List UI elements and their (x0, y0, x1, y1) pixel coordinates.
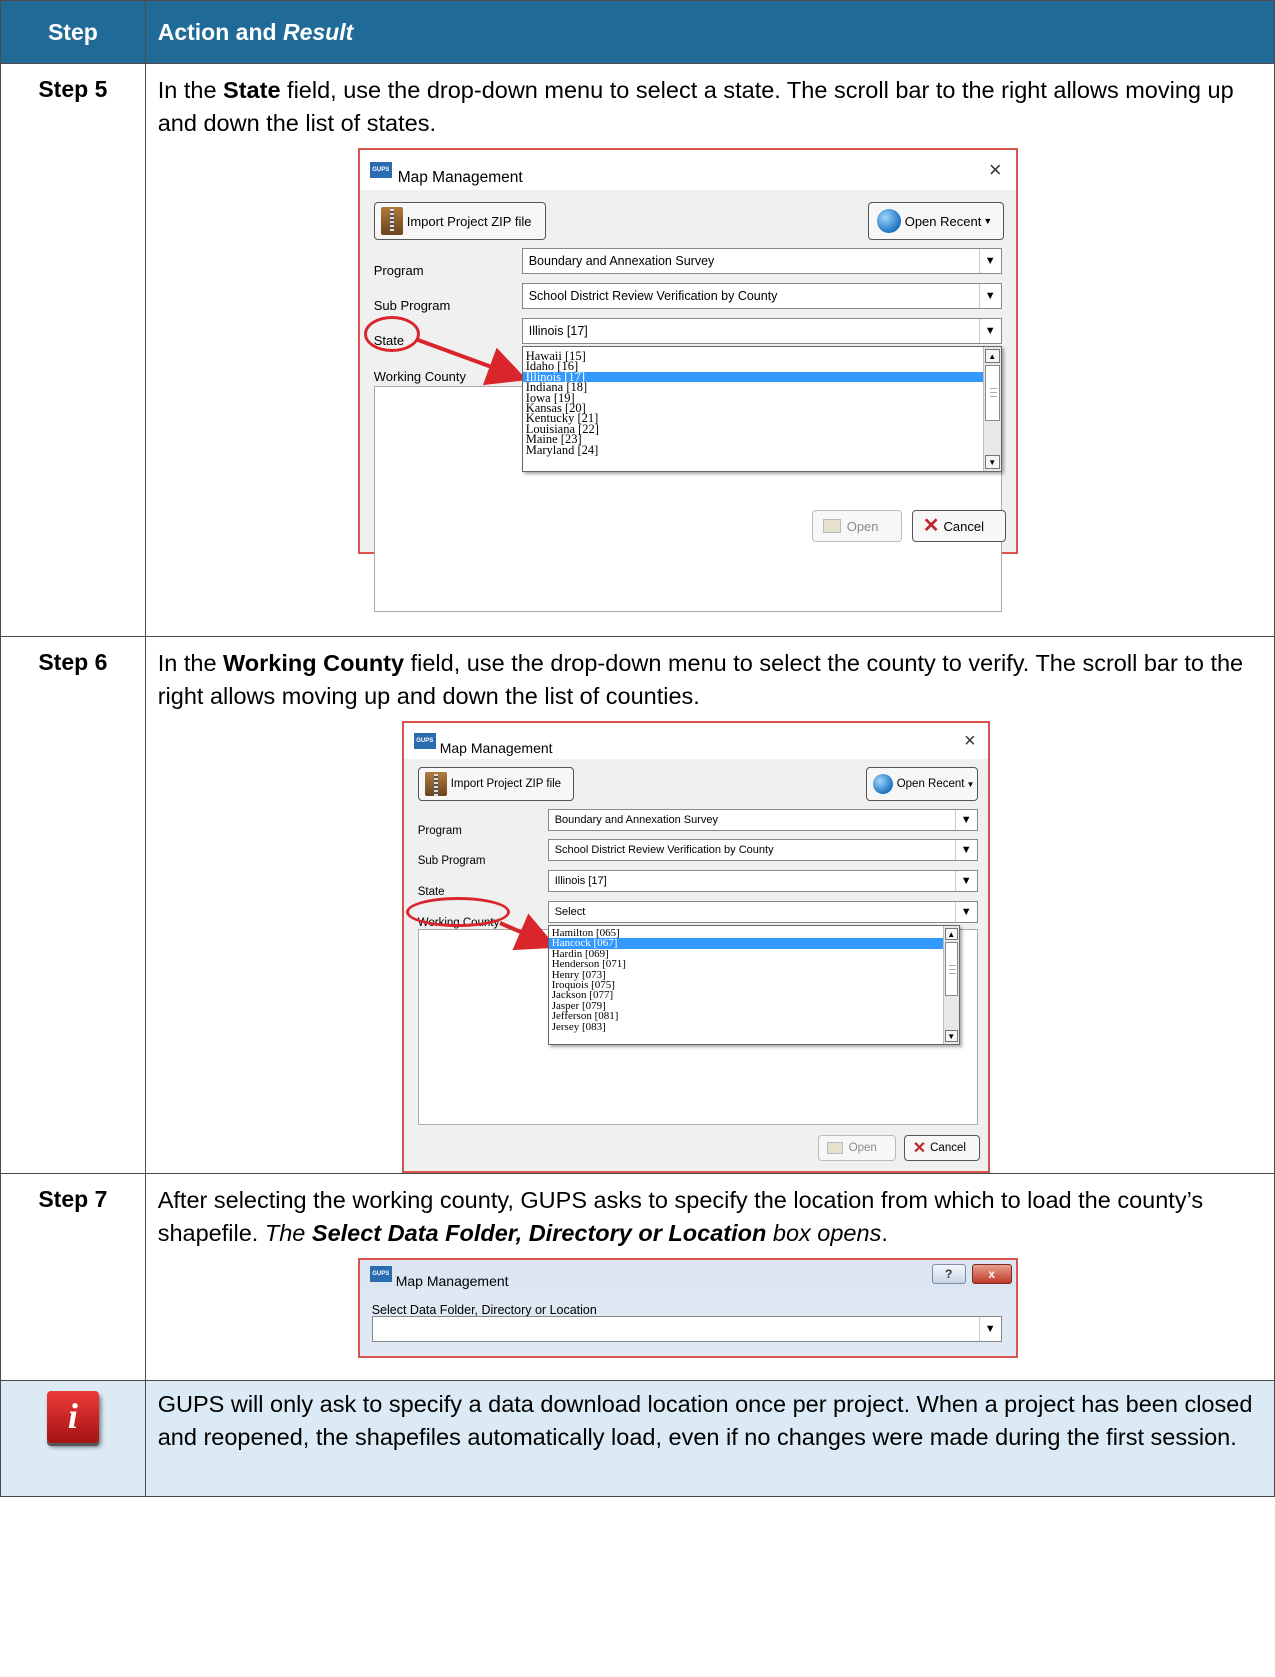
header-step: Step (0, 0, 146, 64)
step-instruction: In the State field, use the drop-down me… (157, 77, 1234, 136)
cancel-button[interactable]: ✕ Cancel (903, 1135, 980, 1161)
step-action: In the State field, use the drop-down me… (144, 63, 1275, 637)
county-dropdown-list[interactable]: Hamilton [065] Hancock [067] Hardin [069… (547, 925, 960, 1045)
dropdown-scrollbar[interactable]: ▲ ▼ (982, 347, 1001, 471)
folder-icon (826, 1142, 843, 1154)
scroll-thumb[interactable] (984, 365, 1000, 421)
close-button[interactable]: x (971, 1264, 1012, 1284)
cancel-x-icon: ✕ (922, 514, 940, 537)
state-dropdown-list[interactable]: Hawaii [15] Idaho [16] Illinois [17] Ind… (521, 346, 1002, 472)
step-action: After selecting the working county, GUPS… (144, 1173, 1275, 1381)
list-item[interactable]: Henderson [071] (549, 958, 959, 969)
dropdown-scrollbar[interactable]: ▲ ▼ (942, 926, 959, 1044)
info-icon: i (46, 1391, 99, 1443)
header-action: Action and Result (144, 0, 1275, 64)
list-item-selected[interactable]: Hancock [067] (548, 938, 959, 949)
dialog-titlebar: GUPS Map Management ? x (359, 1260, 1016, 1289)
cancel-button[interactable]: ✕ Cancel (911, 510, 1006, 542)
step-label: Step 6 (0, 636, 146, 1174)
list-item-selected[interactable]: Illinois [17] (522, 370, 1001, 383)
scroll-down-icon[interactable]: ▼ (944, 1030, 958, 1042)
list-item[interactable]: Hawaii [15] (523, 350, 1001, 363)
map-management-dialog: GUPS Map Management × Import Project ZIP… (357, 148, 1018, 612)
step-instruction: In the Working County field, use the dro… (157, 650, 1244, 709)
list-item[interactable]: Jefferson [081] (549, 1010, 959, 1021)
scroll-up-icon[interactable]: ▲ (984, 349, 1000, 363)
info-cell: i (0, 1380, 146, 1497)
table-header-row: Step Action and Result (0, 0, 1275, 64)
open-button[interactable]: Open (817, 1135, 896, 1161)
list-item[interactable]: Maryland [24] (523, 443, 1001, 456)
list-item[interactable]: Louisiana [22] (523, 422, 1001, 435)
cancel-x-icon: ✕ (912, 1139, 927, 1157)
note-row: i GUPS will only ask to specify a data d… (0, 1380, 1275, 1497)
list-item[interactable]: Idaho [16] (523, 360, 1001, 373)
note-text: GUPS will only ask to specify a data dow… (144, 1380, 1275, 1497)
step-label: Step 5 (0, 63, 146, 637)
list-item[interactable]: Indiana [18] (523, 381, 1001, 394)
header-action-label: Action and (157, 18, 283, 45)
data-folder-select[interactable]: ▼ (371, 1316, 1002, 1342)
step-instruction: After selecting the working county, GUPS… (157, 1187, 1204, 1246)
scroll-thumb[interactable] (944, 942, 958, 996)
step-row-6: Step 6 In the Working County field, use … (0, 636, 1275, 1174)
select-data-folder-dialog: GUPS Map Management ? x Select Data Fold… (357, 1258, 1018, 1358)
map-management-dialog: GUPS Map Management × Import Project ZIP… (401, 721, 990, 1173)
scroll-up-icon[interactable]: ▲ (944, 928, 958, 940)
step-row-5: Step 5 In the State field, use the drop-… (0, 63, 1275, 637)
header-result-label: Result (282, 18, 354, 45)
list-item[interactable]: Jackson [077] (549, 990, 959, 1001)
gups-app-icon: GUPS (369, 1266, 392, 1282)
help-button[interactable]: ? (931, 1264, 966, 1284)
scroll-down-icon[interactable]: ▼ (984, 455, 1000, 469)
list-item[interactable]: Jersey [083] (549, 1021, 959, 1032)
open-button[interactable]: Open (811, 510, 902, 542)
folder-icon (822, 519, 841, 533)
step-row-7: Step 7 After selecting the working count… (0, 1173, 1275, 1381)
instruction-table: Step Action and Result Step 5 In the Sta… (0, 0, 1275, 1497)
step-label: Step 7 (0, 1173, 146, 1381)
step-action: In the Working County field, use the dro… (144, 636, 1275, 1174)
list-item[interactable]: Iowa [19] (523, 391, 1001, 404)
chevron-down-icon: ▼ (978, 1317, 1001, 1341)
